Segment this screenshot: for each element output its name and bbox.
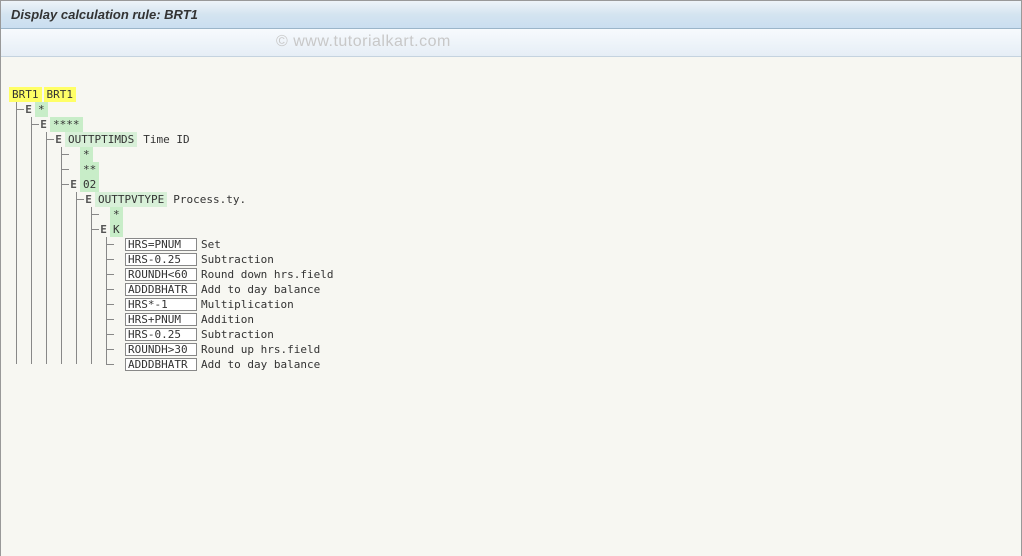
tree-leaf[interactable]: HRS+PNUM Addition [114, 312, 1013, 327]
leaf-code: ADDDBHATR [125, 283, 197, 296]
tree-node[interactable]: E * [24, 102, 1013, 117]
tree-leaf[interactable]: ROUNDH>30 Round up hrs.field [114, 342, 1013, 357]
leaf-marker [114, 237, 123, 252]
page-title: Display calculation rule: BRT1 [11, 7, 198, 22]
children-l5: E OUTTPVTYPE Process.ty. * [84, 192, 1013, 372]
tree-node[interactable]: E **** [39, 117, 1013, 132]
leaf-code: ROUNDH>30 [125, 343, 197, 356]
leaf-code: ADDDBHATR [125, 358, 197, 371]
node-code: OUTTPTIMDS [65, 132, 137, 147]
tree-leaf[interactable]: ROUNDH<60 Round down hrs.field [114, 267, 1013, 282]
leaf-desc: Addition [201, 312, 254, 327]
expand-marker[interactable]: E [24, 102, 33, 117]
leaf-code: HRS+PNUM [125, 313, 197, 326]
tree-root: BRT1 BRT1 E * E **** [9, 87, 1013, 372]
leaf-marker [69, 147, 78, 162]
node-label: K [110, 222, 123, 237]
leaf-marker [99, 207, 108, 222]
leaf-code: HRS=PNUM [125, 238, 197, 251]
root-code-1: BRT1 [9, 87, 42, 102]
node-code: OUTTPVTYPE [95, 192, 167, 207]
expand-marker[interactable]: E [84, 192, 93, 207]
leaf-desc: Set [201, 237, 221, 252]
tree-leaf[interactable]: ADDDBHATR Add to day balance [114, 282, 1013, 297]
node-label: * [80, 147, 93, 162]
leaf-desc: Add to day balance [201, 357, 320, 372]
tree-leaf[interactable]: HRS-0.25 Subtraction [114, 252, 1013, 267]
children-l4: * ** E 02 [69, 147, 1013, 372]
expand-marker[interactable]: E [99, 222, 108, 237]
root-code-2: BRT1 [44, 87, 77, 102]
leaf-desc: Round up hrs.field [201, 342, 320, 357]
node-desc: Time ID [143, 132, 189, 147]
node-label: **** [50, 117, 83, 132]
leaf-code: ROUNDH<60 [125, 268, 197, 281]
leaf-desc: Add to day balance [201, 282, 320, 297]
tree-node[interactable]: E OUTTPTIMDS Time ID [54, 132, 1013, 147]
window-titlebar: Display calculation rule: BRT1 [1, 1, 1021, 29]
tree-leaf[interactable]: HRS-0.25 Subtraction [114, 327, 1013, 342]
children-l7: HRS=PNUM Set HRS-0.25 Subtraction [114, 237, 1013, 372]
toolbar: © www.tutorialkart.com [1, 29, 1021, 57]
children-l6: * E K [99, 207, 1013, 372]
tree-content-area: BRT1 BRT1 E * E **** [1, 57, 1021, 556]
leaf-code: HRS-0.25 [125, 328, 197, 341]
node-label: ** [80, 162, 99, 177]
leaf-desc: Multiplication [201, 297, 294, 312]
tree-leaf[interactable]: HRS*-1 Multiplication [114, 297, 1013, 312]
tree-node[interactable]: * [69, 147, 1013, 162]
node-label: * [35, 102, 48, 117]
expand-marker[interactable]: E [69, 177, 78, 192]
tree-node[interactable]: * [99, 207, 1013, 222]
leaf-marker [69, 162, 78, 177]
expand-marker[interactable]: E [39, 117, 48, 132]
tree-node[interactable]: ** [69, 162, 1013, 177]
leaf-desc: Subtraction [201, 252, 274, 267]
expand-marker[interactable]: E [54, 132, 63, 147]
node-label: * [110, 207, 123, 222]
tree-node[interactable]: E K [99, 222, 1013, 237]
tree-node[interactable]: E OUTTPVTYPE Process.ty. [84, 192, 1013, 207]
leaf-desc: Subtraction [201, 327, 274, 342]
leaf-desc: Round down hrs.field [201, 267, 333, 282]
children-l2: E **** E OUTTPTIMDS Time ID [39, 117, 1013, 372]
tree-node[interactable]: E 02 [69, 177, 1013, 192]
children-l3: E OUTTPTIMDS Time ID * [54, 132, 1013, 372]
tree-leaf[interactable]: HRS=PNUM Set [114, 237, 1013, 252]
tree-root-node[interactable]: BRT1 BRT1 [9, 87, 1013, 102]
node-desc: Process.ty. [173, 192, 246, 207]
tree-leaf[interactable]: ADDDBHATR Add to day balance [114, 357, 1013, 372]
leaf-code: HRS*-1 [125, 298, 197, 311]
children-l1: E * E **** E OUTTPTIMDS Time ID [24, 102, 1013, 372]
node-label: 02 [80, 177, 99, 192]
watermark-text: © www.tutorialkart.com [276, 33, 451, 51]
leaf-code: HRS-0.25 [125, 253, 197, 266]
